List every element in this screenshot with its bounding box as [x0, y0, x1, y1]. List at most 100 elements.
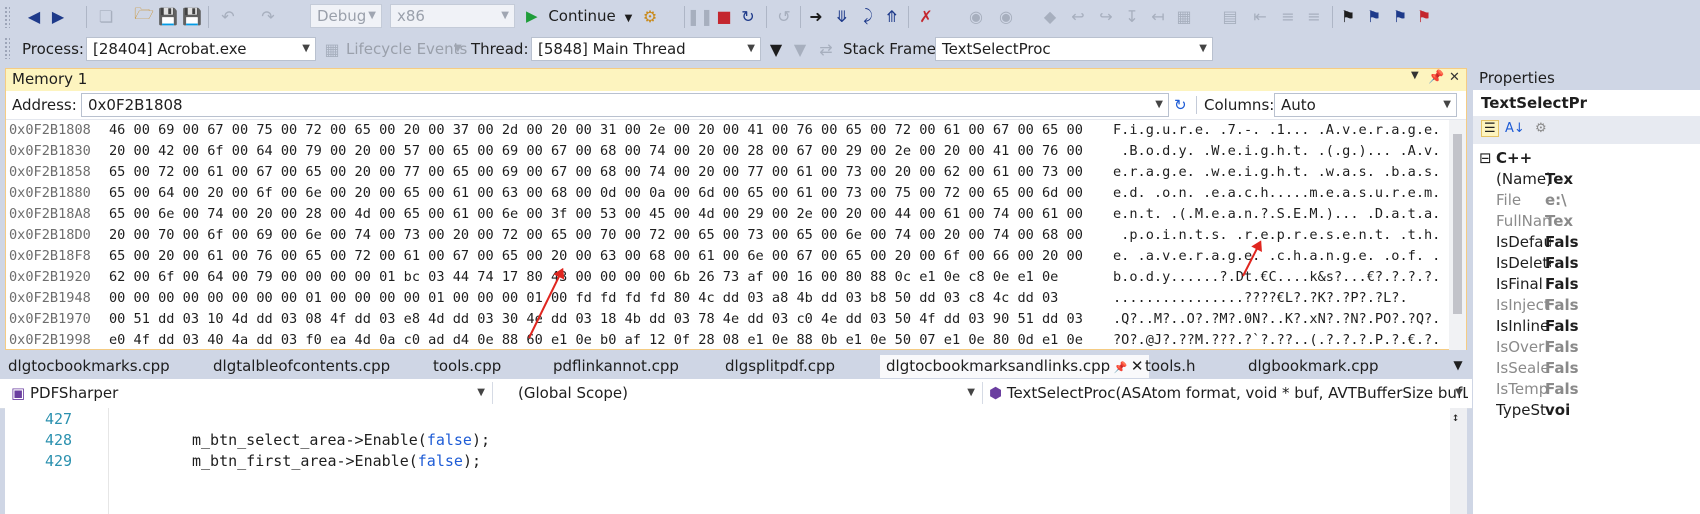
property-row[interactable]: FullNameTex — [1473, 211, 1700, 232]
platform-select[interactable]: x86 ▼ — [390, 4, 515, 28]
property-row[interactable]: IsInject Fals — [1473, 295, 1700, 316]
break-all-icon[interactable]: ❚❚ — [687, 4, 714, 28]
thread-select[interactable]: [5848] Main Thread ▼ — [531, 37, 761, 61]
close-icon[interactable]: ✕ — [1449, 70, 1460, 85]
restart-icon[interactable]: ↻ — [736, 4, 760, 28]
attach-process-icon[interactable]: ⚙ — [638, 4, 662, 28]
document-tab[interactable]: dlgtocbookmarksandlinks.cpp 📌 ✕ — [880, 355, 1150, 378]
save-icon[interactable]: 💾 — [156, 4, 180, 28]
editor-scrollbar[interactable]: ↕ — [1450, 408, 1467, 514]
breakpoint-icon[interactable]: ◆ — [1038, 4, 1062, 28]
memory-hex-view[interactable]: 0x0F2B1808 46 00 69 00 67 00 75 00 72 00 … — [6, 120, 1446, 350]
lifecycle-events-button[interactable]: Lifecycle Events — [346, 37, 467, 61]
property-row[interactable]: IsDefaultFals — [1473, 232, 1700, 253]
forward-icon[interactable]: ▶ — [46, 4, 70, 28]
address-input[interactable]: 0x0F2B1808 ▼ — [81, 93, 1169, 117]
scope-select[interactable]: (Global Scope) ▼ — [512, 382, 980, 406]
stack-frame-select[interactable]: TextSelectProc ▼ — [935, 37, 1213, 61]
property-row[interactable]: (Name) Tex — [1473, 169, 1700, 190]
document-tab[interactable]: dlgtocbookmarks.cpp — [8, 355, 170, 378]
show-next-statement-icon[interactable]: ➜ — [804, 4, 828, 28]
filter-icon[interactable]: ▼ — [764, 37, 788, 61]
project-select[interactable]: ▣ PDFSharper ▼ — [5, 382, 490, 406]
step-down-icon[interactable]: ↧ — [1120, 4, 1144, 28]
comment-icon[interactable]: ≡ — [1276, 4, 1300, 28]
filter-clear-icon[interactable]: ▼ — [788, 37, 812, 61]
memory-row[interactable]: 0x0F2B1948 00 00 00 00 00 00 00 00 01 00 … — [6, 288, 1446, 309]
memory-row[interactable]: 0x0F2B1858 65 00 72 00 61 00 67 00 65 00 … — [6, 162, 1446, 183]
hot-reload-icon[interactable]: ↺ — [772, 4, 796, 28]
property-row[interactable]: IsFinal Fals — [1473, 274, 1700, 295]
memory-row[interactable]: 0x0F2B1970 00 51 dd 03 10 4d dd 03 08 4f … — [6, 309, 1446, 330]
categorized-icon[interactable]: ☰ — [1481, 120, 1499, 137]
tab-close-icon[interactable]: ✕ — [1131, 357, 1144, 375]
clear-bookmarks-icon[interactable]: ⚑ — [1412, 4, 1436, 28]
step-over-icon[interactable]: ⤸ — [856, 4, 880, 28]
group-icon[interactable]: ▦ — [1172, 4, 1196, 28]
document-tab[interactable]: dlgbookmark.cpp — [1248, 355, 1379, 378]
indent-icon[interactable]: ⇤ — [1248, 4, 1272, 28]
function-select[interactable]: ⬢ TextSelectProc(ASAtom format, void * b… — [983, 382, 1468, 406]
stop-debugging-icon[interactable]: ■ — [712, 4, 736, 28]
property-row[interactable]: IsOverl Fals — [1473, 337, 1700, 358]
save-all-icon[interactable]: 💾 — [180, 4, 204, 28]
memory-row[interactable]: 0x0F2B1998 e0 4f dd 03 40 4a dd 03 f0 ea … — [6, 330, 1446, 350]
open-folder-icon[interactable]: 🗁 — [132, 4, 156, 28]
new-project-icon[interactable]: ❏ — [94, 4, 118, 28]
memory-row[interactable]: 0x0F2B18A8 65 00 6e 00 74 00 20 00 28 00 … — [6, 204, 1446, 225]
property-row[interactable]: File e:\ — [1473, 190, 1700, 211]
continue-button[interactable]: ▶ Continue ▼ — [526, 4, 632, 28]
code-editor[interactable]: ↕ 427 428 m_btn_select_area->Enable(false)… — [5, 408, 1467, 514]
uncomment-icon[interactable]: ≡ — [1302, 4, 1326, 28]
toolbar-grip[interactable] — [4, 6, 10, 28]
pin-icon[interactable]: 📌 — [1428, 70, 1444, 85]
next-bookmark-icon[interactable]: ⚑ — [1388, 4, 1412, 28]
property-row[interactable]: IsTemp Fals — [1473, 379, 1700, 400]
property-row[interactable]: IsDeleteFals — [1473, 253, 1700, 274]
bookmark-icon[interactable]: ⚑ — [1336, 4, 1360, 28]
alphabetical-icon[interactable]: A↓ — [1505, 121, 1525, 136]
document-tab[interactable]: pdflinkannot.cpp — [553, 355, 679, 378]
memory-row[interactable]: 0x0F2B1920 62 00 6f 00 64 00 79 00 00 00 … — [6, 267, 1446, 288]
thread-flag-icon[interactable]: ◉ — [994, 4, 1018, 28]
redo-icon[interactable]: ↷ — [256, 4, 280, 28]
property-row[interactable]: IsInline Fals — [1473, 316, 1700, 337]
document-tab[interactable]: tools.h — [1145, 355, 1196, 378]
undo-icon[interactable]: ↶ — [216, 4, 240, 28]
code-line[interactable]: m_btn_select_area->Enable(false); — [192, 431, 490, 449]
document-tab[interactable]: dlgsplitpdf.cpp — [725, 355, 835, 378]
memory-row[interactable]: 0x0F2B18F8 65 00 20 00 61 00 76 00 65 00 … — [6, 246, 1446, 267]
tab-pin-icon[interactable]: 📌 — [1110, 361, 1131, 374]
threads-expand-icon[interactable]: ⇄ — [814, 37, 838, 61]
back-icon[interactable]: ◀ — [22, 4, 46, 28]
properties-category[interactable]: ⊟ C++ — [1473, 148, 1700, 169]
window-menu-icon[interactable]: ▼ — [1411, 70, 1419, 81]
toolbar-grip[interactable] — [4, 37, 10, 59]
scrollbar-thumb[interactable] — [1453, 134, 1462, 314]
previous-bookmark-icon[interactable]: ⚑ — [1362, 4, 1386, 28]
split-editor-icon[interactable]: ↕ — [1452, 410, 1459, 424]
memory-scrollbar[interactable] — [1449, 120, 1466, 350]
property-pages-icon[interactable]: ⚙ — [1535, 121, 1547, 136]
step-forward-icon[interactable]: ↪ — [1094, 4, 1118, 28]
refresh-icon[interactable]: ↻ — [1174, 93, 1187, 117]
solution-configuration-select[interactable]: Debug ▼ — [310, 4, 382, 28]
step-back-icon[interactable]: ↩ — [1066, 4, 1090, 28]
step-left-icon[interactable]: ↤ — [1146, 4, 1170, 28]
memory-row[interactable]: 0x0F2B1830 20 00 42 00 6f 00 64 00 79 00 … — [6, 141, 1446, 162]
columns-select[interactable]: Auto ▼ — [1274, 93, 1457, 117]
memory-row[interactable]: 0x0F2B1808 46 00 69 00 67 00 75 00 72 00 … — [6, 120, 1446, 141]
memory-row[interactable]: 0x0F2B18D0 20 00 70 00 6f 00 69 00 6e 00 … — [6, 225, 1446, 246]
tab-overflow-icon[interactable]: ▼ — [1446, 353, 1470, 377]
property-row[interactable]: IsSeale Fals — [1473, 358, 1700, 379]
step-into-icon[interactable]: ⤋ — [830, 4, 854, 28]
process-select[interactable]: [28404] Acrobat.exe ▼ — [86, 37, 316, 61]
property-row[interactable]: TypeSt voi — [1473, 400, 1700, 421]
thread-icon[interactable]: ◉ — [964, 4, 988, 28]
exception-settings-icon[interactable]: ✗ — [914, 4, 938, 28]
code-line[interactable]: m_btn_first_area->Enable(false); — [192, 452, 481, 470]
step-out-icon[interactable]: ⤊ — [880, 4, 904, 28]
document-tab[interactable]: dlgtalbleofcontents.cpp — [213, 355, 390, 378]
collapse-icon[interactable]: ⊟ — [1479, 148, 1492, 169]
layout-icon[interactable]: ▤ — [1218, 4, 1242, 28]
